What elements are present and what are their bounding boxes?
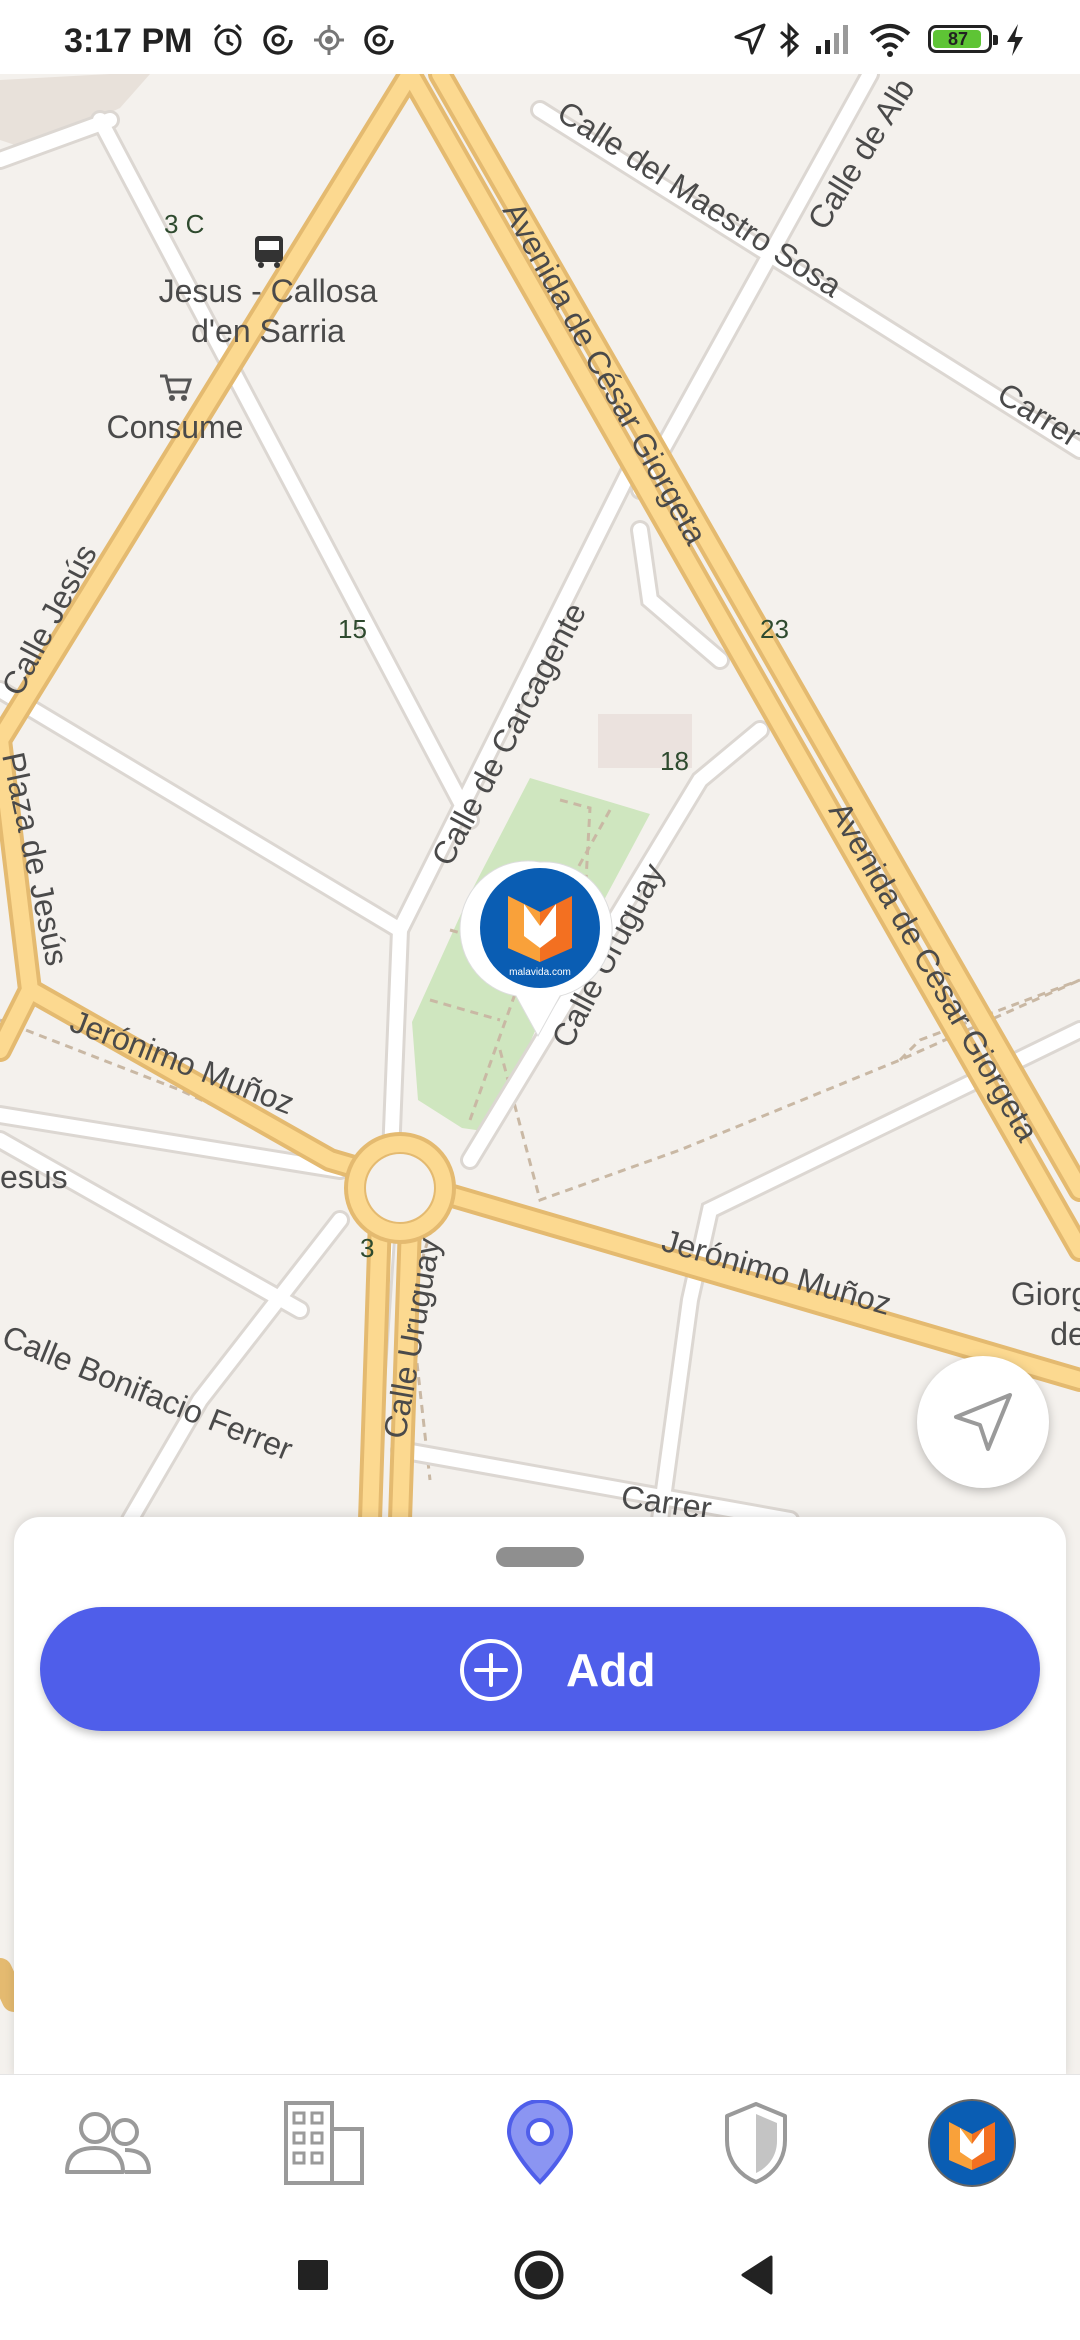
- nav-item-buildings[interactable]: [216, 2075, 432, 2211]
- home-circle-icon: [514, 2250, 564, 2300]
- wifi-icon: [869, 24, 911, 57]
- nav-item-map[interactable]: [432, 2075, 648, 2211]
- malavida-avatar-icon: [928, 2099, 1016, 2187]
- battery-icon: 87: [928, 25, 998, 53]
- bottom-navigation: [0, 2074, 1080, 2211]
- charging-bolt-icon: [1007, 24, 1023, 56]
- bottom-sheet: Add: [14, 1517, 1066, 2077]
- bluetooth-icon: [780, 22, 800, 58]
- back-triangle-icon: [741, 2255, 773, 2295]
- house-number: 15: [338, 614, 367, 644]
- house-number: 3 C: [164, 209, 204, 239]
- recents-square-icon: [298, 2260, 328, 2290]
- status-bar: 3:17 PM 87: [0, 0, 1080, 74]
- data-saver-icon: [263, 25, 293, 55]
- data-saver-icon: [364, 25, 394, 55]
- nav-item-profile[interactable]: [864, 2075, 1080, 2211]
- house-number: 18: [660, 746, 689, 776]
- place-label: de: [1050, 1316, 1080, 1352]
- add-button[interactable]: Add: [40, 1607, 1040, 1731]
- location-target-icon: [314, 25, 344, 55]
- back-button[interactable]: [697, 2210, 817, 2340]
- navigation-arrow-icon: [734, 23, 766, 55]
- place-label: Jesus - Callosa: [159, 273, 378, 309]
- building-icon: [284, 2101, 364, 2185]
- plus-circle-icon: [460, 1639, 522, 1701]
- nav-item-security[interactable]: [648, 2075, 864, 2211]
- place-label: d'en Sarria: [191, 313, 345, 349]
- signal-icon: [816, 25, 848, 54]
- navigation-arrow-icon: [954, 1393, 1012, 1451]
- system-navigation-bar: [0, 2210, 1080, 2340]
- street-label: esus: [0, 1159, 68, 1195]
- people-icon: [65, 2112, 151, 2174]
- recents-button[interactable]: [253, 2210, 373, 2340]
- battery-level: 87: [947, 29, 969, 49]
- status-time: 3:17 PM: [64, 22, 193, 60]
- house-number: 23: [760, 614, 789, 644]
- location-pin-icon: [506, 2100, 574, 2185]
- shield-icon: [725, 2102, 787, 2184]
- alarm-icon: [213, 23, 243, 56]
- marker-brand-text: malavida.com: [509, 967, 571, 978]
- home-button[interactable]: [479, 2210, 599, 2340]
- nav-item-people[interactable]: [0, 2075, 216, 2211]
- sheet-drag-handle[interactable]: [496, 1547, 584, 1567]
- house-number: 3: [360, 1233, 374, 1263]
- add-button-label: Add: [566, 1644, 656, 1696]
- my-location-button[interactable]: [917, 1356, 1049, 1488]
- place-label: Giorg: [1011, 1276, 1080, 1312]
- place-label: Consume: [107, 409, 244, 445]
